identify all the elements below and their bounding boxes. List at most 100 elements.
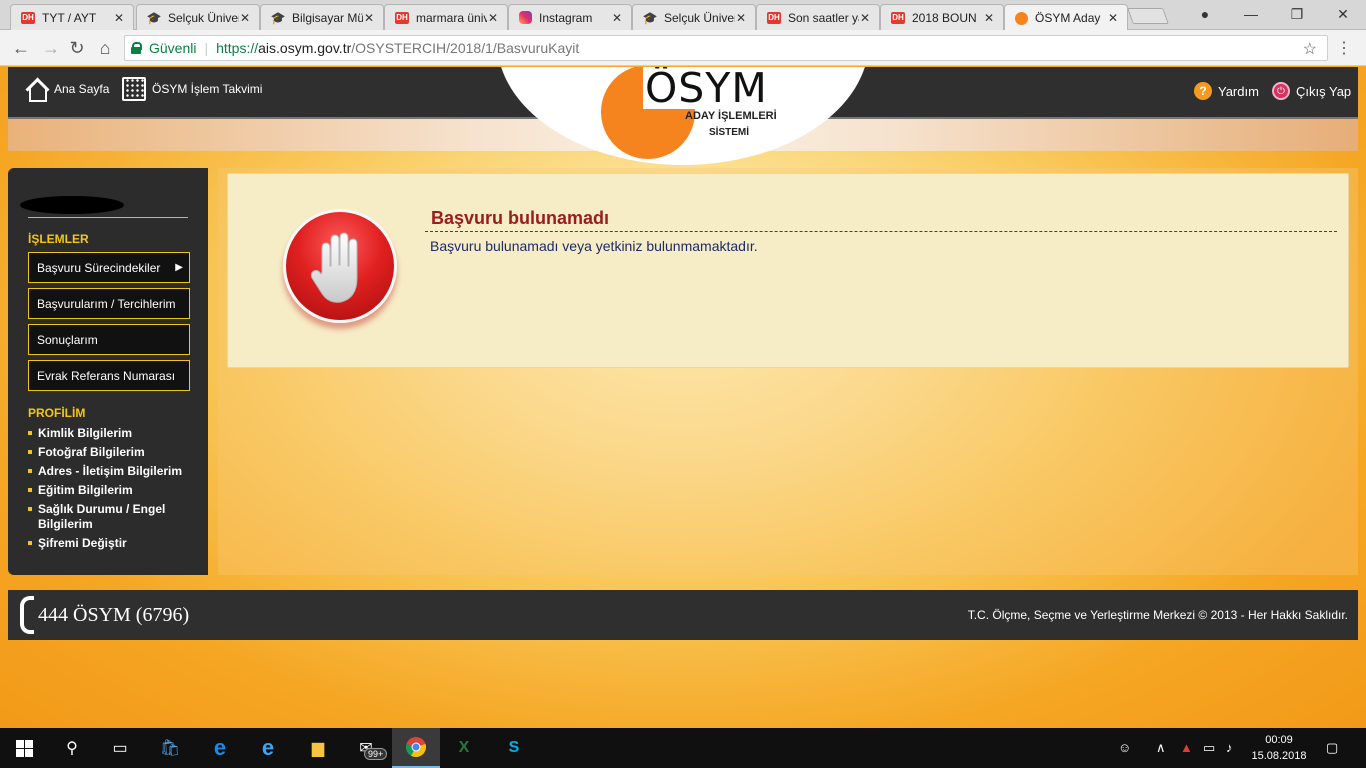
address-bar[interactable]: Güvenli | https://ais.osym.gov.tr/OSYSTE… [124, 35, 1328, 61]
tab-title: Instagram [539, 10, 593, 25]
profile-heading: PROFİLİM [28, 406, 86, 420]
tab-title: TYT / AYT [42, 10, 97, 25]
antivirus-icon[interactable]: ▲ [1180, 740, 1193, 755]
system-clock[interactable]: 00:09 15.08.2018 [1248, 732, 1310, 764]
new-tab-button[interactable] [1127, 8, 1169, 24]
secure-label: Güvenli [149, 40, 197, 56]
profile-link-fotograf[interactable]: Fotoğraf Bilgilerim [28, 445, 188, 460]
close-tab-icon[interactable]: ✕ [1107, 11, 1119, 25]
browser-tab-active[interactable]: ÖSYM Aday ✕ [1004, 4, 1128, 31]
close-tab-icon[interactable]: ✕ [487, 11, 499, 25]
close-tab-icon[interactable]: ✕ [859, 11, 871, 25]
skype-icon[interactable]: S [490, 728, 538, 768]
close-tab-icon[interactable]: ✕ [363, 11, 375, 25]
tab-title: Bilgisayar Mühendisliği [292, 10, 363, 25]
graduation-cap-icon: 🎓 [270, 10, 286, 25]
profile-link-saglik[interactable]: Sağlık Durumu / Engel Bilgilerim [28, 502, 168, 532]
forward-icon[interactable]: → [40, 37, 62, 59]
profile-link-adres[interactable]: Adres - İletişim Bilgilerim [28, 464, 188, 479]
help-label: Yardım [1218, 83, 1259, 99]
dh-icon: DH [21, 11, 35, 24]
graduation-cap-icon: 🎓 [642, 10, 658, 25]
close-window-button[interactable]: ✕ [1320, 0, 1366, 28]
clock-date: 15.08.2018 [1251, 750, 1307, 762]
search-icon[interactable]: ⚲ [48, 728, 96, 768]
profile-link-sifre[interactable]: Şifremi Değiştir [28, 536, 188, 551]
profile-link-label: Şifremi Değiştir [38, 536, 127, 550]
browser-tab[interactable]: DH TYT / AYT ✕ [10, 4, 134, 30]
profile-link-egitim[interactable]: Eğitim Bilgilerim [28, 483, 188, 498]
home-label: Ana Sayfa [54, 82, 110, 96]
internet-explorer-icon[interactable]: e [244, 728, 292, 768]
close-tab-icon[interactable]: ✕ [239, 11, 251, 25]
osym-icon [1015, 11, 1028, 25]
tab-title: 2018 BOUN [912, 10, 977, 25]
close-tab-icon[interactable]: ✕ [735, 11, 747, 25]
logo-subtitle: ADAY İŞLEMLERİ [685, 110, 777, 122]
url-host: ais.osym.gov.tr [258, 40, 352, 56]
divider: | [204, 40, 209, 56]
notification-icon[interactable]: ▢ [1326, 740, 1338, 756]
calendar-link[interactable]: ÖSYM İşlem Takvimi [122, 77, 262, 101]
bullet-icon [28, 541, 32, 545]
restore-button[interactable]: ❐ [1274, 0, 1320, 28]
sidebar: İŞLEMLER Başvuru Sürecindekiler ▶ Başvur… [8, 168, 208, 575]
operations-heading: İŞLEMLER [28, 232, 89, 246]
divider [28, 217, 188, 218]
chevron-right-icon: ▶ [175, 262, 183, 273]
url-path: /OSYSTERCIH/2018/1/BasvuruKayit [351, 40, 580, 56]
volume-icon[interactable]: ♪ [1226, 740, 1233, 755]
chrome-icon[interactable] [392, 728, 440, 768]
hand-icon [310, 232, 358, 303]
file-explorer-icon[interactable]: ▆ [294, 728, 342, 768]
sidebar-item-sonuclarim[interactable]: Sonuçlarım [28, 324, 190, 355]
user-profile-icon[interactable]: ● [1182, 0, 1228, 28]
sidebar-item-basvurularim[interactable]: Başvurularım / Tercihlerim [28, 288, 190, 319]
excel-icon[interactable]: X [440, 728, 488, 768]
sidebar-item-basvuru-surecindekiler[interactable]: Başvuru Sürecindekiler ▶ [28, 252, 190, 283]
chevron-up-icon[interactable]: ∧ [1156, 740, 1166, 756]
error-title: Başvuru bulunamadı [431, 208, 610, 228]
browser-tab[interactable]: 🎓 Selçuk Üniversitesi ✕ [632, 4, 756, 30]
logout-link[interactable]: ⏻ Çıkış Yap [1272, 82, 1351, 100]
sidebar-item-evrak-referans[interactable]: Evrak Referans Numarası [28, 360, 190, 391]
sidebar-item-label: Başvurularım / Tercihlerim [37, 296, 176, 311]
home-icon[interactable]: ⌂ [94, 37, 116, 59]
help-link[interactable]: ? Yardım [1194, 82, 1259, 100]
browser-tab[interactable]: 🎓 Selçuk Üniversitesi ✕ [136, 4, 260, 30]
profile-link-label: Kimlik Bilgilerim [38, 426, 133, 440]
browser-tab[interactable]: Instagram ✕ [508, 4, 632, 30]
chrome-logo [406, 737, 426, 758]
lock-icon [131, 42, 142, 54]
browser-tab[interactable]: DH Son saatler yaklaşıyor ✕ [756, 4, 880, 30]
bullet-icon [28, 507, 32, 511]
profile-link-label: Sağlık Durumu / Engel Bilgilerim [38, 502, 166, 531]
bullet-icon [28, 431, 32, 435]
store-icon[interactable]: 🛍 [146, 728, 194, 768]
browser-tab[interactable]: DH marmara üniversitesi ✕ [384, 4, 508, 30]
back-icon[interactable]: ← [10, 37, 32, 59]
task-view-icon[interactable]: ▭ [96, 728, 144, 768]
browser-menu-icon[interactable]: ⋮ [1336, 38, 1352, 58]
profile-link-kimlik[interactable]: Kimlik Bilgilerim [28, 426, 188, 441]
home-link[interactable]: Ana Sayfa [24, 77, 110, 102]
reload-icon[interactable]: ↻ [66, 37, 88, 59]
mail-count-badge: 99+ [364, 748, 388, 760]
dh-icon: DH [891, 11, 905, 24]
minimize-button[interactable]: — [1228, 0, 1274, 28]
browser-tab[interactable]: DH 2018 BOUN ✕ [880, 4, 1004, 30]
browser-tab[interactable]: 🎓 Bilgisayar Mühendisliği ✕ [260, 4, 384, 30]
bookmark-star-icon[interactable]: ☆ [1303, 39, 1317, 59]
close-tab-icon[interactable]: ✕ [983, 11, 995, 25]
sidebar-item-label: Sonuçlarım [37, 332, 98, 347]
people-icon[interactable]: ☺ [1118, 740, 1131, 755]
bullet-icon [28, 450, 32, 454]
battery-icon[interactable]: ▭ [1203, 740, 1215, 756]
profile-link-label: Eğitim Bilgilerim [38, 483, 133, 497]
calendar-icon [122, 77, 146, 101]
start-button[interactable] [0, 728, 48, 768]
close-tab-icon[interactable]: ✕ [611, 11, 623, 25]
edge-icon[interactable]: e [196, 728, 244, 768]
mail-icon[interactable]: ✉ 99+ [342, 728, 390, 768]
close-tab-icon[interactable]: ✕ [113, 11, 125, 25]
